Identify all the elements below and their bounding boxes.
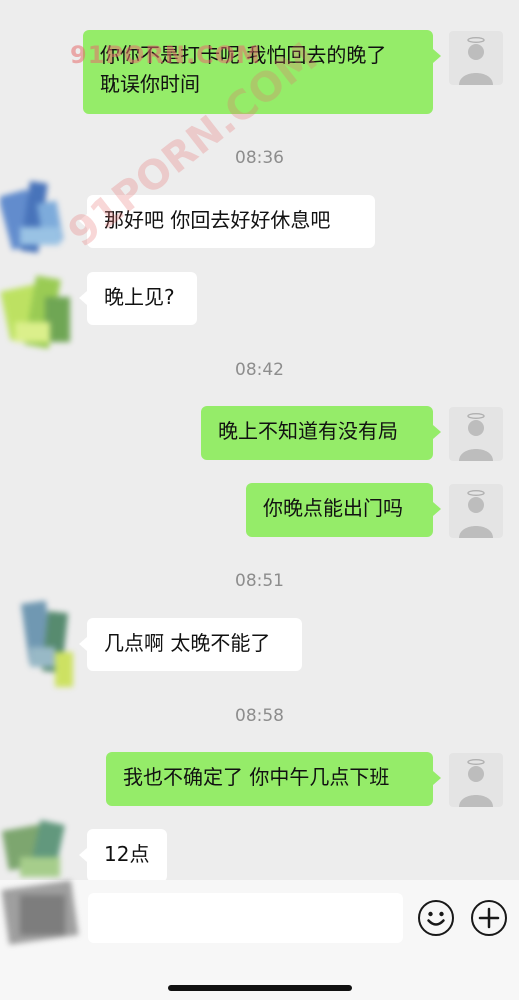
smiley-icon xyxy=(427,911,445,926)
message-bubble-incoming[interactable]: 那好吧 你回去好好休息吧 xyxy=(87,195,375,248)
home-indicator xyxy=(168,985,352,991)
my-avatar[interactable] xyxy=(449,484,503,538)
timestamp: 08:36 xyxy=(235,148,284,168)
bubble-tail xyxy=(433,49,441,63)
default-avatar-icon xyxy=(459,412,493,461)
timestamp: 08:51 xyxy=(235,571,284,591)
blurred-avatar-image xyxy=(20,600,73,687)
message-bubble-incoming[interactable]: 几点啊 太晚不能了 xyxy=(87,618,302,671)
message-bubble-outgoing[interactable]: 你你不是打卡呢 我怕回去的晚了 耽误你时间 xyxy=(83,30,433,114)
message-bubble-outgoing[interactable]: 我也不确定了 你中午几点下班 xyxy=(106,752,433,806)
contact-avatar-blurred[interactable] xyxy=(0,262,85,357)
my-avatar[interactable] xyxy=(449,31,503,85)
default-avatar-icon xyxy=(459,758,493,807)
bubble-tail xyxy=(79,214,87,228)
timestamp: 08:58 xyxy=(235,706,284,726)
bubble-tail xyxy=(433,425,441,439)
more-button[interactable] xyxy=(471,900,507,936)
bubble-tail xyxy=(79,291,87,305)
message-input[interactable] xyxy=(88,893,403,943)
plus-circle-icon xyxy=(478,907,500,929)
bubble-tail xyxy=(79,637,87,651)
bubble-tail xyxy=(433,502,441,516)
message-bubble-incoming[interactable]: 晚上见? xyxy=(87,272,197,325)
message-bubble-outgoing[interactable]: 晚上不知道有没有局 xyxy=(201,406,433,460)
contact-avatar-blurred[interactable] xyxy=(0,172,80,262)
my-avatar[interactable] xyxy=(449,753,503,807)
emoji-button[interactable] xyxy=(418,900,454,936)
message-bubble-outgoing[interactable]: 你晚点能出门吗 xyxy=(246,483,433,537)
blurred-overlay xyxy=(0,880,90,955)
timestamp: 08:42 xyxy=(235,360,284,380)
blurred-avatar-image xyxy=(0,181,64,253)
contact-avatar-blurred[interactable] xyxy=(10,592,85,692)
blurred-avatar-image xyxy=(0,275,70,349)
bubble-tail xyxy=(433,771,441,785)
bubble-tail xyxy=(79,848,87,862)
default-avatar-icon xyxy=(459,489,493,538)
message-bubble-incoming[interactable]: 12点 xyxy=(87,829,167,882)
my-avatar[interactable] xyxy=(449,407,503,461)
blurred-avatar-image xyxy=(1,880,79,945)
default-avatar-icon xyxy=(459,36,493,85)
